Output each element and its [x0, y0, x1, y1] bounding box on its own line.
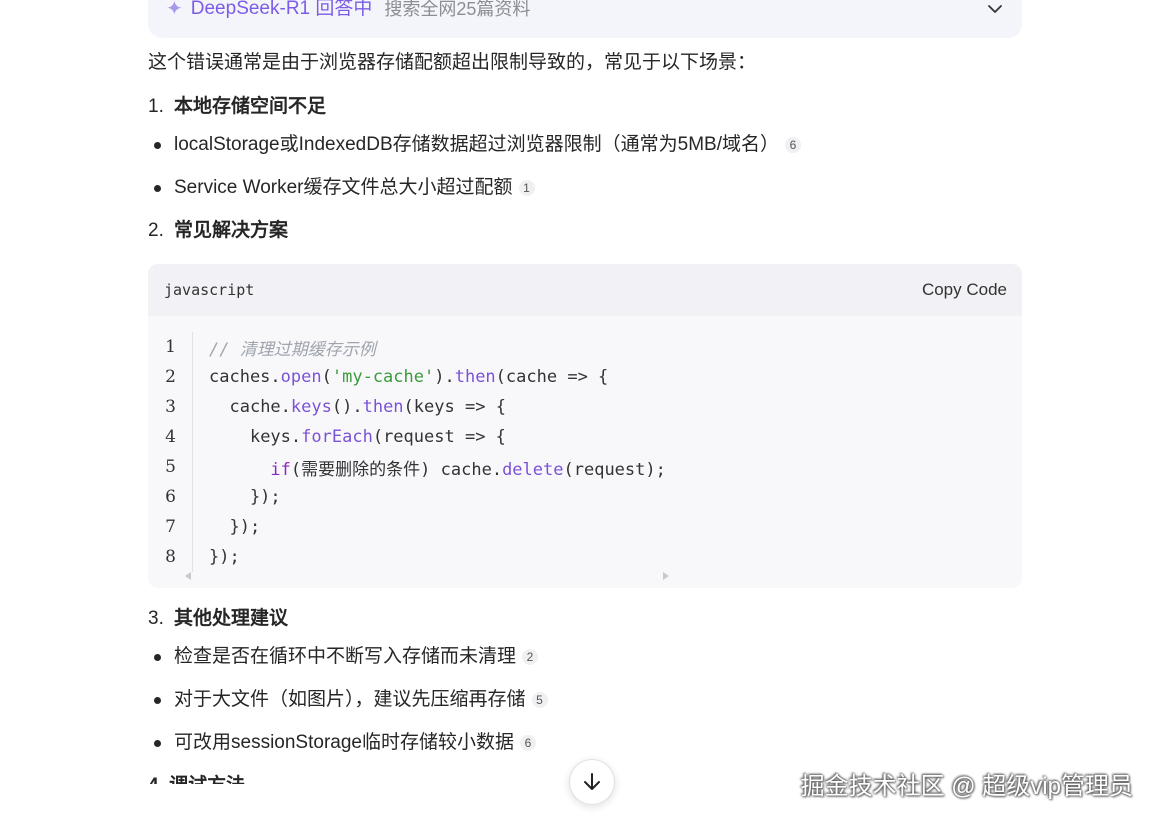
code-text: if(需要删除的条件) cache.delete(request);: [270, 459, 666, 480]
code-comment: // 清理过期缓存示例: [209, 339, 376, 360]
code-text: cache.keys().then(keys => {: [229, 397, 506, 417]
citation-badge[interactable]: 1: [518, 180, 535, 196]
arrow-down-icon: [584, 773, 600, 790]
bullet: [154, 653, 161, 661]
section-title: 其他处理建议: [174, 608, 289, 629]
sparkle-icon: ✦: [166, 0, 183, 20]
list-item-text: Service Worker缓存文件总大小超过配额: [174, 177, 513, 198]
bullet: [154, 696, 161, 704]
answer-content: 这个错误通常是由于浏览器存储配额超出限制导致的，常见于以下场景： 1. 本地存储…: [148, 48, 1028, 246]
section-number: 1.: [148, 96, 164, 117]
code-line: 7 });: [148, 512, 1022, 542]
section-number: 3.: [148, 608, 164, 629]
code-text: });: [209, 517, 261, 537]
list-item: localStorage或IndexedDB存储数据超过浏览器限制（通常为5MB…: [148, 130, 1028, 160]
list-item: 可改用sessionStorage临时存储较小数据 6: [148, 728, 1028, 758]
chevron-down-icon[interactable]: [986, 0, 1004, 18]
answer-status-bar[interactable]: ✦ DeepSeek-R1 回答中 搜索全网25篇资料: [148, 0, 1022, 38]
scroll-left-icon[interactable]: [184, 572, 192, 580]
line-number: 8: [165, 547, 176, 567]
section-title: 本地存储空间不足: [174, 96, 327, 117]
scroll-right-icon[interactable]: [662, 572, 670, 580]
list-item-text: 可改用sessionStorage临时存储较小数据: [174, 732, 514, 753]
code-line: 3 cache.keys().then(keys => {: [148, 392, 1022, 422]
code-text: });: [209, 487, 281, 507]
citation-badge[interactable]: 2: [522, 649, 539, 665]
line-number: 5: [165, 457, 176, 477]
list-item: 检查是否在循环中不断写入存储而未清理 2: [148, 642, 1028, 672]
section-heading-2: 2. 常见解决方案: [148, 216, 1028, 246]
bullet: [154, 141, 161, 149]
section-title: 常见解决方案: [174, 220, 289, 241]
list-item-text: 检查是否在循环中不断写入存储而未清理: [174, 646, 517, 667]
citation-badge[interactable]: 5: [531, 692, 548, 708]
line-number: 6: [165, 487, 176, 507]
list-item: 对于大文件（如图片），建议先压缩再存储 5: [148, 685, 1028, 715]
section-1-list: localStorage或IndexedDB存储数据超过浏览器限制（通常为5MB…: [148, 130, 1028, 203]
answer-content-continued: 3. 其他处理建议 检查是否在循环中不断写入存储而未清理 2 对于大文件（如图片…: [148, 604, 1028, 771]
list-item: Service Worker缓存文件总大小超过配额 1: [148, 173, 1028, 203]
code-line: 1 // 清理过期缓存示例: [148, 332, 1022, 362]
search-status-label: 搜索全网25篇资料: [384, 0, 531, 19]
code-line: 2 caches.open('my-cache').then(cache => {: [148, 362, 1022, 392]
code-line: 8});: [148, 542, 1022, 572]
code-block-header: javascript Copy Code: [148, 264, 1022, 316]
bullet: [154, 184, 161, 192]
line-number: 1: [165, 337, 176, 357]
section-heading-1: 1. 本地存储空间不足: [148, 92, 1028, 122]
line-number: 7: [165, 517, 176, 537]
code-text: });: [209, 547, 240, 567]
code-line: 4 keys.forEach(request => {: [148, 422, 1022, 452]
section-number: 2.: [148, 220, 164, 241]
watermark: 掘金技术社区 @ 超级vip管理员: [800, 773, 1133, 800]
section-heading-3: 3. 其他处理建议: [148, 604, 1028, 634]
model-status-label: DeepSeek-R1 回答中: [190, 0, 373, 19]
line-number: 3: [165, 397, 176, 417]
code-line: 5 if(需要删除的条件) cache.delete(request);: [148, 452, 1022, 482]
citation-badge[interactable]: 6: [519, 735, 536, 751]
code-language-label: javascript: [164, 281, 255, 299]
list-item-text: 对于大文件（如图片），建议先压缩再存储: [174, 689, 526, 710]
code-body[interactable]: 1 // 清理过期缓存示例 2 caches.open('my-cache').th…: [148, 316, 1022, 572]
copy-code-button[interactable]: Copy Code: [922, 280, 1007, 300]
code-block: javascript Copy Code 1 // 清理过期缓存示例 2 cache…: [148, 264, 1022, 588]
code-text: keys.forEach(request => {: [249, 427, 506, 447]
section-3-list: 检查是否在循环中不断写入存储而未清理 2 对于大文件（如图片），建议先压缩再存储…: [148, 642, 1028, 758]
line-number: 2: [165, 367, 176, 387]
intro-paragraph: 这个错误通常是由于浏览器存储配额超出限制导致的，常见于以下场景：: [148, 52, 757, 73]
code-line: 6 });: [148, 482, 1022, 512]
citation-badge[interactable]: 6: [784, 137, 801, 153]
scroll-to-bottom-button[interactable]: [569, 759, 615, 805]
line-number: 4: [165, 427, 176, 447]
list-item-text: localStorage或IndexedDB存储数据超过浏览器限制（通常为5MB…: [174, 134, 779, 155]
code-text: caches.open('my-cache').then(cache => {: [209, 367, 609, 387]
bullet: [154, 739, 161, 747]
section-heading-4-partial: 4. 调试方法: [148, 770, 245, 784]
